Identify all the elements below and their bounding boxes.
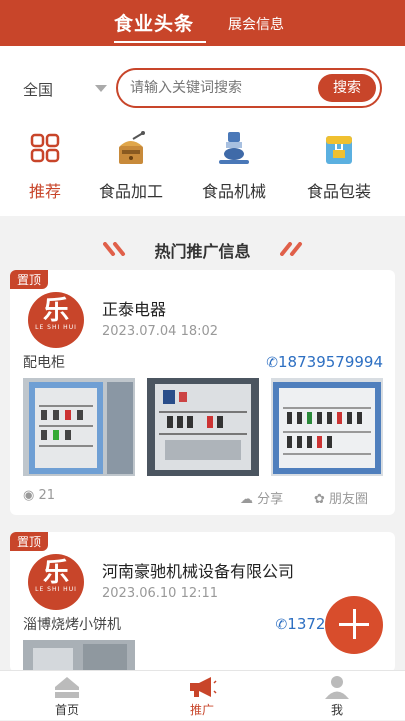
- product-image[interactable]: [271, 378, 383, 476]
- category-label: 推荐: [28, 182, 61, 201]
- moments-button[interactable]: ✿ 朋友圈: [314, 488, 368, 507]
- region-selector[interactable]: 全国: [23, 79, 53, 100]
- category-food-processing[interactable]: 食品加工: [92, 128, 170, 202]
- pinned-badge: 置顶: [10, 270, 49, 289]
- nav-label: 我: [330, 703, 343, 717]
- post-date: 2023.07.04 18:02: [102, 324, 219, 339]
- product-image[interactable]: [147, 378, 259, 476]
- product-image[interactable]: [23, 640, 135, 672]
- decor-slash-icon: [280, 242, 302, 256]
- category-label: 食品包装: [306, 182, 371, 201]
- nav-label: 推广: [189, 703, 214, 717]
- share-button[interactable]: ☁ 分享: [240, 488, 283, 507]
- megaphone-icon: [190, 677, 217, 697]
- logo-sub: LE SHI HUI: [35, 324, 77, 331]
- eye-icon: ◉: [23, 488, 35, 503]
- nav-promote[interactable]: 推广: [162, 671, 242, 721]
- company-name[interactable]: 河南豪驰机械设备有限公司: [102, 558, 294, 582]
- section-title: 热门推广信息: [154, 242, 251, 261]
- view-count: ◉ 21: [23, 488, 55, 503]
- nav-label: 首页: [54, 703, 79, 717]
- tab-food-news[interactable]: 食业头条: [114, 9, 194, 36]
- product-image[interactable]: [23, 378, 135, 476]
- add-post-button[interactable]: [325, 596, 383, 654]
- category-food-packaging[interactable]: 食品包装: [300, 128, 378, 202]
- nav-home[interactable]: 首页: [27, 671, 107, 721]
- active-tab-indicator: [114, 41, 206, 43]
- pinned-badge: 置顶: [10, 532, 49, 551]
- logo-sub: LE SHI HUI: [35, 586, 77, 593]
- user-icon: [325, 676, 349, 699]
- camera-icon: ✿: [314, 492, 325, 507]
- search-bar: 搜索: [116, 68, 382, 108]
- tab-exhibition[interactable]: 展会信息: [228, 14, 284, 34]
- company-logo: 乐 LE SHI HUI: [28, 554, 84, 610]
- share-label: 分享: [257, 492, 284, 507]
- product-name: 淄博烧烤小饼机: [23, 617, 121, 633]
- product-name: 配电柜: [23, 355, 65, 371]
- grid-icon: [30, 133, 60, 163]
- post-card[interactable]: 置顶 乐 LE SHI HUI 正泰电器 2023.07.04 18:02 配电…: [10, 270, 395, 515]
- home-icon: [55, 677, 79, 698]
- post-date: 2023.06.10 12:11: [102, 586, 219, 601]
- category-label: 食品机械: [201, 182, 266, 201]
- phone-icon: ✆: [275, 617, 288, 633]
- chevron-down-icon[interactable]: [95, 85, 107, 92]
- company-logo: 乐 LE SHI HUI: [28, 292, 84, 348]
- grinder-icon: [119, 131, 145, 164]
- phone-number: 18739579994: [278, 353, 383, 371]
- search-input[interactable]: [130, 70, 320, 106]
- nav-me[interactable]: 我: [297, 671, 377, 721]
- search-button[interactable]: 搜索: [318, 74, 376, 102]
- views-value: 21: [38, 488, 56, 503]
- moments-label: 朋友圈: [329, 492, 369, 507]
- top-header: 食业头条 展会信息: [0, 0, 405, 46]
- package-icon: [326, 136, 352, 164]
- phone-icon: ✆: [266, 355, 279, 371]
- machine-icon: [219, 132, 249, 164]
- wechat-icon: ☁: [240, 492, 253, 507]
- bottom-nav: 首页 推广 我: [0, 670, 405, 720]
- category-recommend[interactable]: 推荐: [22, 128, 68, 202]
- company-name[interactable]: 正泰电器: [102, 296, 166, 320]
- phone-link[interactable]: ✆18739579994: [266, 353, 383, 371]
- category-label: 食品加工: [98, 182, 163, 201]
- category-food-machinery[interactable]: 食品机械: [195, 128, 273, 202]
